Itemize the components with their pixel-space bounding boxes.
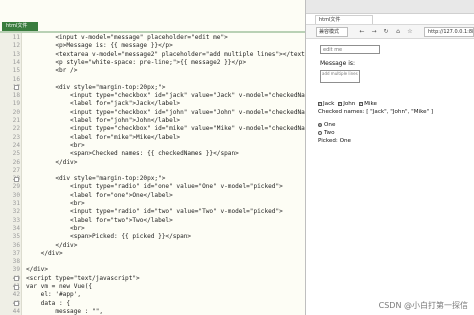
- code-text[interactable]: <br>: [26, 142, 85, 149]
- checkbox-label-john[interactable]: John: [343, 101, 355, 107]
- code-text[interactable]: <br>: [26, 225, 85, 232]
- code-text[interactable]: <label for="jack">Jack</label>: [26, 100, 180, 107]
- fold-toggle-icon[interactable]: [14, 276, 19, 282]
- checkbox-label-mike[interactable]: Mike: [364, 101, 377, 107]
- forward-icon[interactable]: →: [370, 28, 378, 36]
- back-icon[interactable]: ←: [358, 28, 366, 36]
- radio-label-two[interactable]: Two: [324, 130, 335, 136]
- radio-one[interactable]: [318, 122, 322, 127]
- compat-mode-select[interactable]: 兼容模式: [316, 27, 348, 37]
- code-text[interactable]: var vm = new Vue({: [26, 283, 92, 290]
- picked-text: Picked: One: [318, 138, 351, 144]
- radio-two[interactable]: [318, 130, 322, 135]
- fold-toggle-icon[interactable]: [14, 301, 19, 307]
- star-icon[interactable]: ☆: [406, 28, 414, 36]
- message-output: Message is:: [320, 60, 356, 67]
- radio-label-one[interactable]: One: [324, 122, 335, 128]
- code-text[interactable]: </div>: [26, 266, 48, 273]
- code-text[interactable]: <label for="mike">Mike</label>: [26, 134, 180, 141]
- code-text[interactable]: message : "",: [26, 308, 103, 315]
- fold-toggle-icon[interactable]: [14, 284, 19, 290]
- browser-tab[interactable]: html文件: [315, 15, 373, 24]
- code-text[interactable]: <input type="checkbox" id="jack" value="…: [26, 92, 305, 99]
- checkbox-label-jack[interactable]: Jack: [323, 101, 334, 107]
- checkbox-group: Jack John Mike: [318, 100, 379, 108]
- code-text[interactable]: <input type="radio" id="one" value="One"…: [26, 183, 283, 190]
- code-text[interactable]: </div>: [26, 250, 63, 257]
- line-number: 44: [12, 307, 20, 315]
- code-text[interactable]: <p style="white-space: pre-line;">{{ mes…: [26, 59, 246, 66]
- code-text[interactable]: <input type="checkbox" id="john" value="…: [26, 109, 305, 116]
- code-text[interactable]: <br>: [26, 200, 85, 207]
- code-text[interactable]: <br />: [26, 67, 77, 74]
- code-text[interactable]: <textarea v-model="message2" placeholder…: [26, 51, 305, 58]
- radio-row-one: One: [318, 121, 335, 129]
- browser-title-bar: [306, 0, 474, 14]
- code-line[interactable]: 44 message : "",: [0, 307, 305, 315]
- code-text[interactable]: <div style="margin-top:20px;">: [26, 175, 165, 182]
- message2-textarea[interactable]: [320, 70, 360, 83]
- radio-row-two: Two: [318, 129, 335, 137]
- checkbox-john[interactable]: [338, 101, 343, 106]
- code-text[interactable]: data : {: [26, 300, 70, 307]
- editor-file-tab[interactable]: html文件: [2, 22, 38, 31]
- reload-icon[interactable]: ↻: [382, 28, 390, 36]
- code-text[interactable]: <label for="one">One</label>: [26, 192, 173, 199]
- code-text[interactable]: <span>Checked names: {{ checkedNames }}<…: [26, 150, 239, 157]
- address-bar[interactable]: http://127.0.0.1:8848/www: [424, 27, 474, 37]
- code-text[interactable]: <label for="two">Two</label>: [26, 217, 173, 224]
- browser-preview: html文件 兼容模式 ← → ↻ ⌂ ☆ http://127.0.0.1:8…: [306, 0, 474, 315]
- code-text[interactable]: </div>: [26, 159, 77, 166]
- code-text[interactable]: <p>Message is: {{ message }}</p>: [26, 42, 172, 49]
- checked-names-text: Checked names: [ "Jack", "John", "Mike" …: [318, 109, 434, 115]
- checkbox-mike[interactable]: [359, 101, 364, 106]
- fold-toggle-icon[interactable]: [14, 176, 19, 182]
- code-text[interactable]: <label for="john">John</label>: [26, 117, 180, 124]
- code-editor[interactable]: html文件 11 <input v-model="message" place…: [0, 0, 306, 315]
- code-text[interactable]: el: '#app',: [26, 291, 81, 298]
- code-text[interactable]: <input v-model="message" placeholder="ed…: [26, 34, 227, 41]
- checkbox-jack[interactable]: [318, 101, 322, 106]
- code-text[interactable]: <input type="radio" id="two" value="Two"…: [26, 208, 283, 215]
- code-text[interactable]: <div style="margin-top:20px;">: [26, 84, 165, 91]
- watermark: CSDN @小白打第一探信: [378, 301, 468, 310]
- home-icon[interactable]: ⌂: [394, 28, 402, 36]
- code-text[interactable]: <input type="checkbox" id="mike" value="…: [26, 125, 305, 132]
- fold-toggle-icon[interactable]: [14, 85, 19, 91]
- code-text[interactable]: <span>Picked: {{ picked }}</span>: [26, 233, 191, 240]
- code-text[interactable]: <script type="text/javascript">: [26, 275, 140, 282]
- message-input[interactable]: [320, 45, 380, 54]
- code-text[interactable]: </div>: [26, 242, 77, 249]
